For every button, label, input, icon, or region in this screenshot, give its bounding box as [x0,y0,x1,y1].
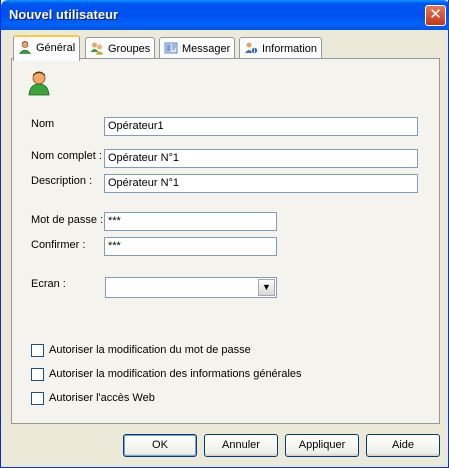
info-icon [245,42,258,54]
tab-general[interactable]: Général [13,35,81,61]
nom-complet-input[interactable]: Opérateur N°1 [104,149,418,168]
annuler-button[interactable]: Annuler [204,434,278,457]
checkbox-password-change-label[interactable]: Autoriser la modification du mot de pass… [49,344,251,356]
ok-button[interactable]: OK [123,434,197,457]
dialog-window: Nouvel utilisateur ✕ Général Groupes Mes… [0,0,449,468]
mot-de-passe-label: Mot de passe : [31,214,104,226]
tab-label: Messager [182,43,231,55]
tab-panel-general: Nom Opérateur1 Nom complet : Opérateur N… [11,58,440,424]
user-icon [18,41,32,54]
tab-information[interactable]: Information [239,37,323,59]
checkbox-password-change[interactable] [31,344,44,357]
tab-label: Information [262,43,318,55]
nom-label: Nom [31,118,55,130]
checkbox-info-change[interactable] [31,368,44,381]
title-bar[interactable]: Nouvel utilisateur ✕ [1,0,449,30]
confirmer-input[interactable]: *** [104,237,277,256]
mot-de-passe-input[interactable]: *** [104,212,277,231]
description-input[interactable]: Opérateur N°1 [104,174,418,193]
checkbox-web-access[interactable] [31,392,44,405]
confirmer-label: Confirmer : [31,239,86,251]
aide-button[interactable]: Aide [366,434,440,457]
messenger-icon [164,42,178,54]
window-title: Nouvel utilisateur [9,7,119,22]
ecran-label: Ecran : [31,278,66,290]
chevron-down-icon[interactable]: ▼ [258,279,275,296]
checkbox-info-change-label[interactable]: Autoriser la modification des informatio… [49,368,302,380]
tab-label: Groupes [108,43,151,55]
nom-input[interactable]: Opérateur1 [104,117,418,136]
close-icon: ✕ [429,6,442,23]
appliquer-button[interactable]: Appliquer [285,434,359,457]
ecran-select[interactable]: ▼ [105,277,277,298]
tab-groupes[interactable]: Groupes [85,37,156,59]
close-button[interactable]: ✕ [425,5,446,26]
group-icon [90,42,104,55]
tab-messager[interactable]: Messager [159,37,236,59]
tab-label: Général [36,42,76,54]
user-avatar-icon [28,71,50,96]
appliquer-label: Appliquer [298,439,346,451]
nom-complet-label: Nom complet : [31,150,102,162]
checkbox-web-access-label[interactable]: Autoriser l'accès Web [49,392,155,404]
description-label: Description : [31,175,93,187]
